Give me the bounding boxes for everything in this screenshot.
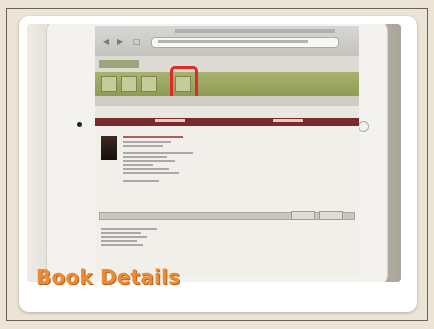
format-detail-line-3 xyxy=(101,236,147,238)
highlight-box xyxy=(170,66,198,100)
tablet-photo: ◀ ▶ □ xyxy=(27,24,401,282)
nav-tile-1 xyxy=(101,76,117,92)
browser-toolbar: ◀ ▶ □ xyxy=(95,26,359,56)
nav-tile-3 xyxy=(141,76,157,92)
format-detail-line-1 xyxy=(101,228,157,230)
language-line xyxy=(123,172,179,174)
book-author-line xyxy=(123,141,171,143)
format-detail-line-4 xyxy=(101,240,137,242)
book-cover xyxy=(101,136,117,160)
format-detail-line-2 xyxy=(101,232,141,234)
format-detail-line-5 xyxy=(101,244,143,246)
url-bar xyxy=(151,37,339,48)
format-line xyxy=(123,164,153,166)
subjects-line xyxy=(123,160,175,162)
format-section-bar xyxy=(99,212,355,220)
home-button xyxy=(358,121,369,132)
book-title-line xyxy=(123,136,183,138)
series-line xyxy=(123,168,169,170)
tab-label-account xyxy=(273,119,303,122)
bookmark-icon: □ xyxy=(133,37,141,46)
slide-caption: Book Details xyxy=(36,265,181,289)
add-to-wishlist-button xyxy=(319,211,343,220)
sample-link-line xyxy=(123,180,159,182)
camera-dot xyxy=(77,122,82,127)
nav-tile-2 xyxy=(121,76,137,92)
url-text xyxy=(158,40,308,43)
book-meta-line xyxy=(123,145,163,147)
library-nav-band xyxy=(95,72,359,96)
tab-bar xyxy=(95,118,359,126)
forward-icon: ▶ xyxy=(117,37,124,46)
search-strip xyxy=(95,96,359,106)
book-detail-content xyxy=(95,126,359,276)
tab-label-bag xyxy=(155,119,185,122)
publisher-line xyxy=(123,152,193,154)
tablet-screen: ◀ ▶ □ xyxy=(95,26,359,276)
borrow-button xyxy=(291,211,315,220)
back-icon: ◀ xyxy=(103,37,110,46)
site-header xyxy=(95,56,359,72)
pages-line xyxy=(123,156,167,158)
tablet-device: ◀ ▶ □ xyxy=(47,24,387,282)
browser-title-text xyxy=(175,29,335,33)
site-logo xyxy=(99,60,139,68)
